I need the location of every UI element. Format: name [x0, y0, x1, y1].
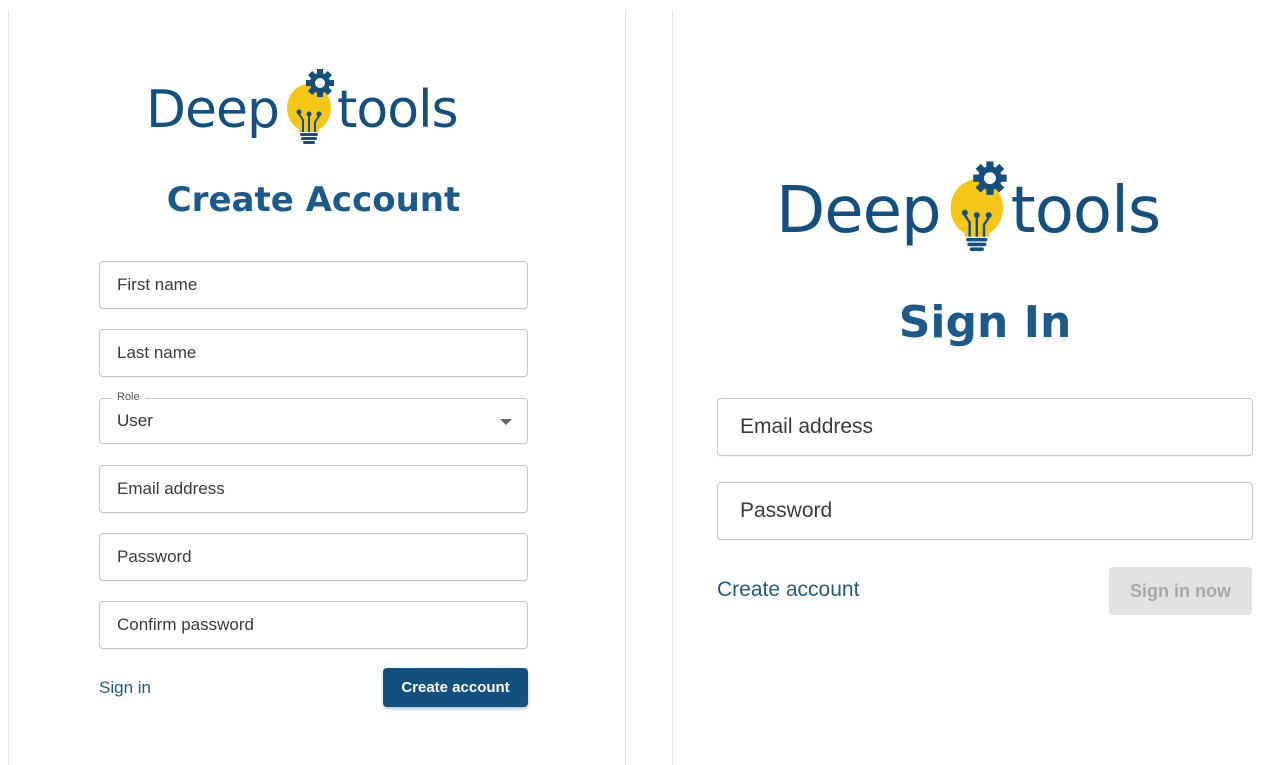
sign-in-link[interactable]: Sign in [99, 678, 151, 698]
first-name-field[interactable] [99, 261, 528, 309]
first-name-input[interactable] [100, 262, 527, 308]
create-account-button[interactable]: Create account [383, 668, 528, 707]
email-input[interactable] [100, 466, 527, 512]
lightbulb-gear-icon-large [950, 161, 1007, 251]
panel-divider-right [672, 10, 673, 765]
brand-logo-large: Deep tools [776, 157, 1162, 259]
password-field[interactable] [99, 533, 528, 581]
email-field[interactable] [99, 465, 528, 513]
lightbulb-gear-icon [287, 69, 335, 144]
confirm-password-field[interactable] [99, 601, 528, 649]
confirm-password-input[interactable] [100, 602, 527, 648]
panel-divider [625, 10, 626, 765]
role-select[interactable]: Role User [99, 390, 528, 444]
brand-word-tools-large: tools [1010, 174, 1162, 248]
sign-in-title: Sign In [898, 297, 1072, 348]
create-account-link[interactable]: Create account [717, 578, 859, 602]
sign-in-now-button[interactable]: Sign in now [1109, 567, 1252, 615]
signin-email-field[interactable] [717, 398, 1253, 456]
role-value: User [117, 411, 153, 430]
signin-password-input[interactable] [718, 483, 1252, 539]
last-name-field[interactable] [99, 329, 528, 377]
brand-word-deep: Deep [146, 80, 280, 140]
last-name-input[interactable] [100, 330, 527, 376]
password-input[interactable] [100, 534, 527, 580]
signin-email-input[interactable] [718, 399, 1252, 455]
brand-word-tools: tools [337, 80, 459, 140]
page-title: Create Account [166, 180, 461, 220]
brand-logo: Deep tools [146, 66, 459, 150]
brand-word-deep-large: Deep [776, 174, 942, 248]
role-label: Role [112, 390, 145, 404]
signin-password-field[interactable] [717, 482, 1253, 540]
chevron-down-icon[interactable] [500, 419, 512, 425]
left-border [8, 10, 9, 765]
